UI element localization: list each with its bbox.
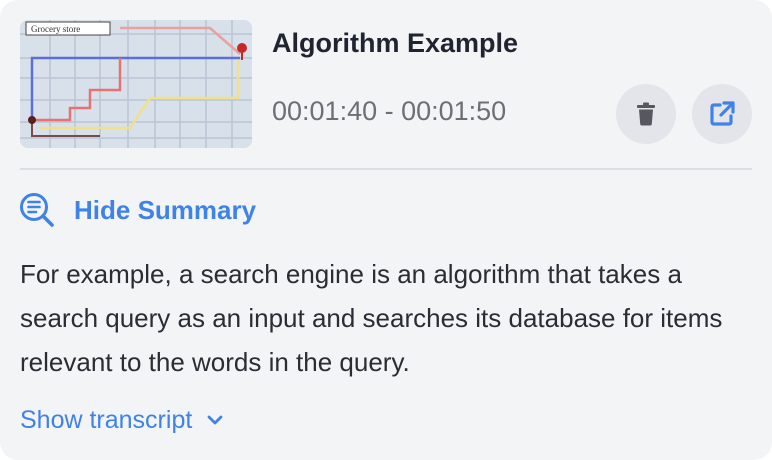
divider bbox=[20, 168, 752, 170]
delete-button[interactable] bbox=[616, 84, 676, 144]
summary-text: For example, a search engine is an algor… bbox=[20, 259, 723, 377]
chevron-down-icon bbox=[206, 414, 224, 426]
hide-summary-label: Hide Summary bbox=[74, 194, 257, 225]
hide-summary-button[interactable]: Hide Summary bbox=[18, 188, 256, 232]
show-transcript-label: Show transcript bbox=[20, 405, 193, 434]
map-label: Grocery store bbox=[31, 24, 80, 34]
clip-time-range: 00:01:40 - 00:01:50 bbox=[272, 96, 507, 126]
show-transcript-button[interactable]: Show transcript bbox=[20, 400, 224, 440]
external-link-icon bbox=[710, 101, 735, 126]
map-thumbnail[interactable]: Grocery store bbox=[20, 20, 252, 148]
open-external-button[interactable] bbox=[692, 84, 752, 144]
clip-card: Grocery store Algorithm Example 00:01:40… bbox=[0, 0, 772, 460]
map-thumbnail-icon: Grocery store bbox=[20, 20, 252, 148]
clip-title: Algorithm Example bbox=[272, 28, 519, 58]
search-summary-icon bbox=[20, 193, 54, 227]
trash-icon bbox=[637, 102, 655, 126]
